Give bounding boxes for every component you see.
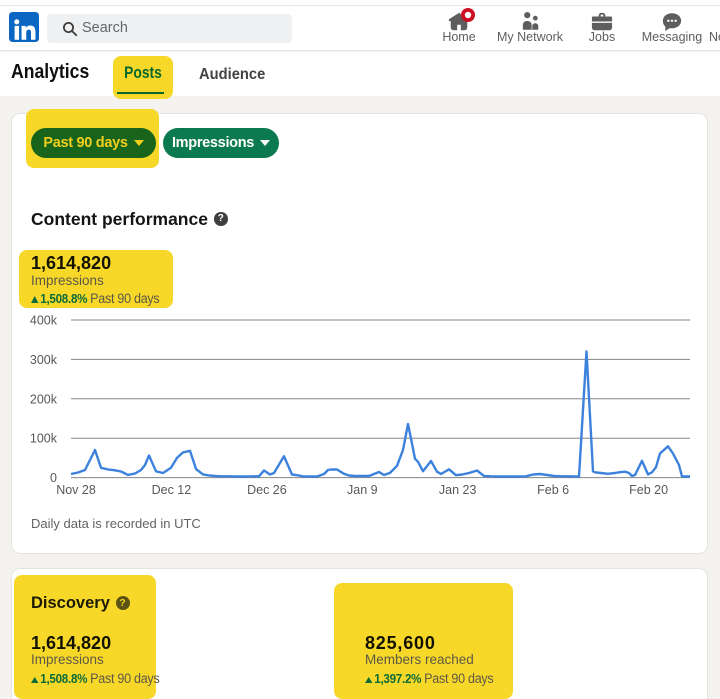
svg-text:200k: 200k (30, 392, 58, 406)
svg-text:300k: 300k (30, 353, 58, 367)
svg-text:400k: 400k (30, 314, 58, 328)
svg-text:Dec 12: Dec 12 (152, 483, 192, 497)
svg-text:Jan 9: Jan 9 (347, 483, 378, 497)
svg-text:Daily data is recorded in UTC: Daily data is recorded in UTC (31, 516, 201, 531)
svg-text:100k: 100k (30, 432, 58, 446)
svg-text:Feb 6: Feb 6 (537, 483, 569, 497)
svg-text:Feb 20: Feb 20 (629, 483, 668, 497)
svg-text:Jan 23: Jan 23 (439, 483, 477, 497)
svg-text:Dec 26: Dec 26 (247, 483, 287, 497)
svg-text:Nov 28: Nov 28 (56, 483, 96, 497)
